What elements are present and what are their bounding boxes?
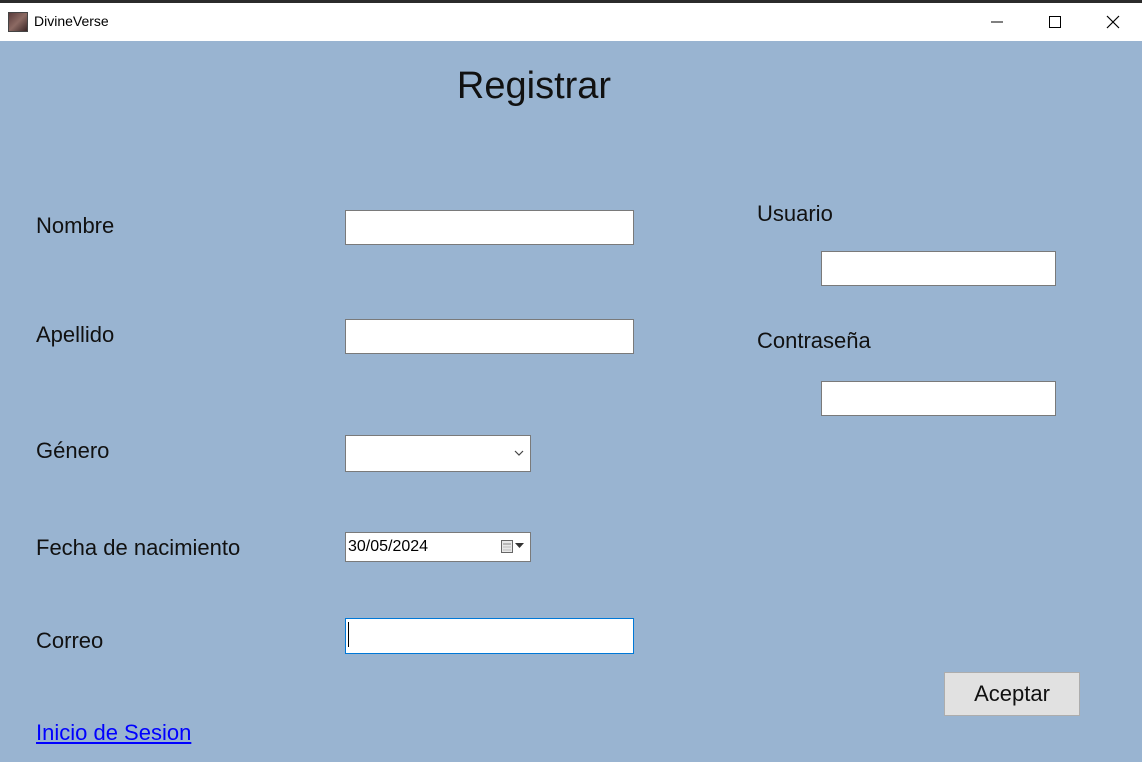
fecha-value: 30/05/2024 <box>348 538 429 555</box>
accept-button[interactable]: Aceptar <box>944 672 1080 716</box>
apellido-label: Apellido <box>36 322 115 347</box>
maximize-button[interactable] <box>1026 3 1084 41</box>
fecha-datepicker[interactable]: 30/05/2024 <box>345 532 531 562</box>
contrasena-label: Contraseña <box>757 328 871 353</box>
correo-field-wrapper <box>345 618 634 654</box>
contrasena-field[interactable] <box>821 381 1056 416</box>
correo-label: Correo <box>36 628 104 653</box>
minimize-button[interactable] <box>968 3 1026 41</box>
chevron-down-icon <box>514 450 524 456</box>
genero-label: Género <box>36 438 110 463</box>
usuario-field[interactable] <box>821 251 1056 286</box>
login-link[interactable]: Inicio de Sesion <box>36 720 191 746</box>
calendar-dropdown-button[interactable] <box>501 539 524 553</box>
nombre-label: Nombre <box>36 213 115 238</box>
usuario-label: Usuario <box>757 201 833 226</box>
apellido-field[interactable] <box>345 319 634 354</box>
text-caret <box>348 622 349 647</box>
genero-select[interactable] <box>345 435 531 472</box>
minimize-icon <box>991 21 1003 23</box>
close-button[interactable] <box>1084 3 1142 41</box>
calendar-icon <box>501 540 513 553</box>
title-bar: DivineVerse <box>0 3 1142 41</box>
nombre-field[interactable] <box>345 210 634 245</box>
fecha-label: Fecha de nacimiento <box>36 535 241 560</box>
form-area: Registrar Nombre Apellido Género Fecha d… <box>0 41 1142 762</box>
chevron-down-icon <box>515 543 524 548</box>
window-title: DivineVerse <box>34 13 109 29</box>
correo-field[interactable] <box>345 618 634 654</box>
app-icon <box>8 12 28 32</box>
page-title: Registrar <box>456 65 612 107</box>
close-icon <box>1106 15 1120 29</box>
maximize-icon <box>1049 16 1061 28</box>
